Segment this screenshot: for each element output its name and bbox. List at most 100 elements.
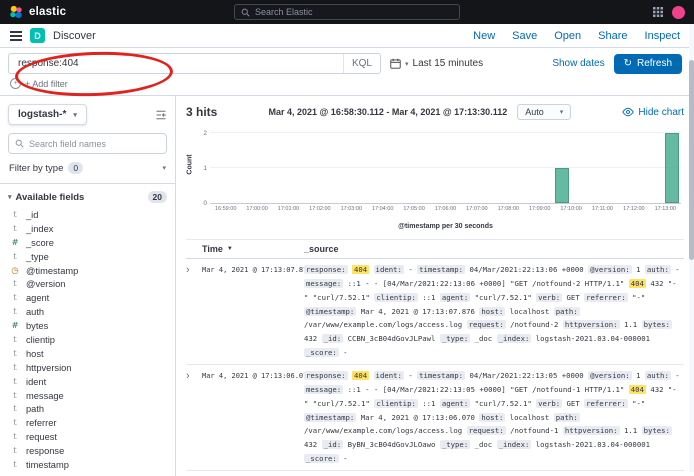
global-search-input[interactable]: Search Elastic [234, 4, 460, 20]
y-tick: 2 [195, 130, 207, 137]
time-range-label[interactable]: Last 15 minutes [413, 58, 484, 69]
field-item-response[interactable]: tresponse [8, 444, 167, 458]
field-name: _score [26, 238, 54, 248]
expander-column [186, 244, 202, 254]
x-tick: 17:10:00 [560, 206, 581, 212]
x-axis-label: @timestamp per 30 seconds [210, 223, 681, 230]
hits-count: 3 hits [186, 105, 217, 119]
source-field-name: host: [479, 307, 505, 316]
source-field-name: path: [554, 413, 580, 422]
query-input[interactable]: response:404 KQL [8, 53, 381, 74]
source-field-name: ident: [374, 265, 404, 274]
nav-action-open[interactable]: Open [554, 30, 581, 42]
avatar[interactable] [672, 6, 685, 19]
show-dates-link[interactable]: Show dates [552, 58, 604, 69]
field-name: bytes [26, 321, 48, 331]
field-type-icon: t [10, 460, 20, 470]
field-item-@version[interactable]: t @version [8, 277, 167, 291]
elastic-logo[interactable] [9, 5, 23, 19]
field-item-message[interactable]: tmessage [8, 389, 167, 403]
time-column-header[interactable]: Time ▼ [202, 244, 304, 254]
interval-select[interactable]: Auto ▾ [517, 104, 571, 120]
query-text[interactable]: response:404 [18, 58, 343, 69]
scrollbar-track[interactable] [689, 24, 694, 472]
source-field-name: _type: [440, 334, 470, 343]
date-picker[interactable]: ▾ Last 15 minutes [390, 58, 483, 69]
x-tick: 17:06:00 [435, 206, 456, 212]
collapse-sidebar-icon[interactable] [155, 109, 167, 121]
field-item-_type[interactable]: t_type [8, 250, 167, 264]
field-item-referrer[interactable]: treferrer [8, 416, 167, 430]
kql-selector[interactable]: KQL [343, 54, 380, 73]
field-item-_index[interactable]: t_index [8, 222, 167, 236]
field-name: @version [26, 279, 65, 289]
field-item-bytes[interactable]: #bytes [8, 319, 167, 333]
field-item-ident[interactable]: tident [8, 375, 167, 389]
divider [0, 183, 175, 184]
sort-desc-icon: ▼ [227, 246, 233, 252]
table-header: Time ▼ _source [186, 240, 684, 259]
field-type-icon: t [10, 418, 20, 428]
histogram-bar[interactable] [555, 168, 568, 203]
menu-icon[interactable] [10, 31, 22, 33]
index-pattern-label: logstash-* [18, 109, 66, 120]
histogram-bar[interactable] [665, 133, 678, 203]
add-filter-link[interactable]: + Add filter [25, 79, 68, 89]
field-search-placeholder: Search field names [29, 139, 106, 149]
field-name: _id [26, 210, 38, 220]
field-name: path [26, 404, 44, 414]
field-item-path[interactable]: tpath [8, 402, 167, 416]
global-header: elastic Search Elastic [0, 0, 694, 24]
page-content: logstash-* ▾ Search field names Filter b… [0, 96, 694, 476]
field-search-input[interactable]: Search field names [8, 133, 167, 154]
field-item-agent[interactable]: tagent [8, 291, 167, 305]
field-item-_score[interactable]: # _score [8, 236, 167, 250]
field-name: auth [26, 307, 44, 317]
field-item-httpversion[interactable]: thttpversion [8, 361, 167, 375]
expand-row-icon[interactable]: › [186, 369, 202, 466]
field-type-icon: ◷ [10, 266, 20, 276]
nav-action-share[interactable]: Share [598, 30, 627, 42]
row-time: Mar 4, 2021 @ 17:13:07.876 [202, 263, 304, 360]
field-item-clientip[interactable]: tclientip [8, 333, 167, 347]
source-field-name: clientip: [374, 399, 418, 408]
field-item-auth[interactable]: tauth [8, 305, 167, 319]
highlighted-value: 404 [352, 371, 369, 380]
field-type-icon: t [10, 363, 20, 373]
field-item-_id[interactable]: t_id [8, 208, 167, 222]
nav-action-inspect[interactable]: Inspect [645, 30, 680, 42]
nav-action-new[interactable]: New [473, 30, 495, 42]
field-item-timestamp[interactable]: ttimestamp [8, 458, 167, 472]
source-field-name: @timestamp: [304, 307, 356, 316]
source-field-name: ident: [374, 371, 404, 380]
apps-icon[interactable] [653, 7, 663, 17]
source-field-name: clientip: [374, 293, 418, 302]
field-item-host[interactable]: thost [8, 347, 167, 361]
row-time: Mar 4, 2021 @ 17:13:06.070 [202, 369, 304, 466]
discover-main: 3 hits Mar 4, 2021 @ 16:58:30.112 - Mar … [176, 96, 694, 476]
breadcrumb[interactable]: Discover [53, 30, 96, 42]
source-field-name: _id: [322, 334, 344, 343]
refresh-button[interactable]: ↻ Refresh [614, 54, 682, 74]
source-field-name: response: [304, 265, 348, 274]
expand-row-icon[interactable]: › [186, 263, 202, 360]
filter-by-type-toggle[interactable]: Filter by type 0 ▾ [8, 162, 167, 174]
field-item-@timestamp[interactable]: ◷@timestamp [8, 264, 167, 278]
global-search-placeholder: Search Elastic [255, 7, 313, 17]
x-tick: 17:02:00 [309, 206, 330, 212]
field-type-icon: t [10, 279, 20, 289]
plus-in-circle-icon: + [10, 78, 21, 89]
highlighted-value: 404 [352, 265, 369, 274]
scrollbar-thumb[interactable] [689, 60, 694, 260]
nav-action-save[interactable]: Save [512, 30, 537, 42]
hide-chart-link[interactable]: Hide chart [622, 107, 684, 118]
field-type-icon: # [10, 238, 20, 248]
field-type-icon: t [10, 391, 20, 401]
row-source: response: 404 ident: - timestamp: 04/Mar… [304, 263, 684, 360]
field-item-request[interactable]: trequest [8, 430, 167, 444]
available-fields-header[interactable]: ▾ Available fields 20 [8, 191, 167, 203]
x-tick: 17:01:00 [278, 206, 299, 212]
gridline [210, 132, 681, 133]
index-pattern-select[interactable]: logstash-* ▾ [8, 104, 87, 125]
field-type-icon: t [10, 349, 20, 359]
